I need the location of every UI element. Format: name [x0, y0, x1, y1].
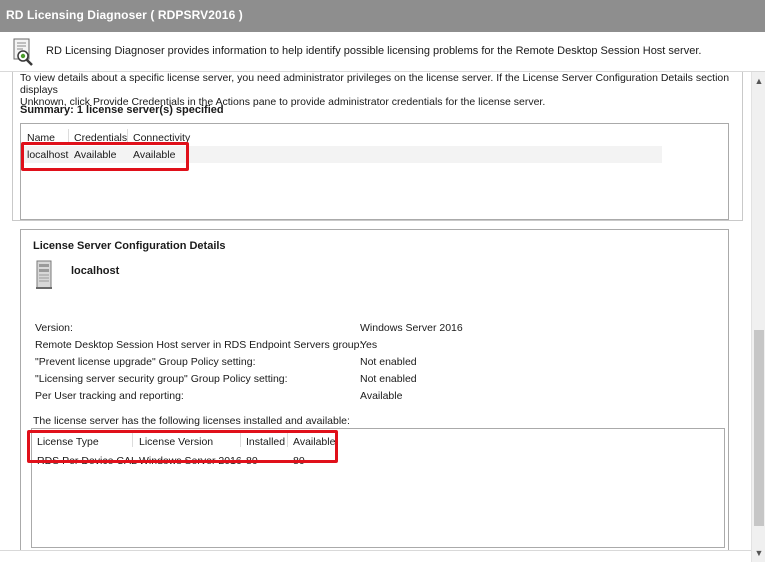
prop-value-security-group: Not enabled — [360, 373, 417, 385]
bottom-edge — [0, 550, 751, 563]
col-separator — [68, 129, 69, 143]
prop-value-per-user-tracking: Available — [360, 390, 403, 402]
licenses-caption: The license server has the following lic… — [33, 415, 350, 427]
server-list[interactable]: Name Credentials Connectivity localhost … — [20, 123, 729, 220]
prop-value-endpoint-group: Yes — [360, 339, 378, 351]
prop-label-version: Version: — [35, 322, 73, 334]
prop-label-prevent-upgrade: "Prevent license upgrade" Group Policy s… — [35, 356, 256, 368]
server-tower-icon — [36, 260, 52, 289]
prop-value-version: Windows Server 2016 — [360, 322, 463, 334]
licensing-diagnoser-icon — [13, 38, 33, 66]
vertical-scrollbar[interactable]: ▲ ▼ — [751, 72, 765, 562]
window-title: RD Licensing Diagnoser ( RDPSRV2016 ) — [6, 8, 243, 22]
chevron-down-icon[interactable]: ▼ — [752, 546, 765, 560]
info-text: RD Licensing Diagnoser provides informat… — [46, 45, 702, 57]
prop-value-prevent-upgrade: Not enabled — [360, 356, 417, 368]
info-bar: RD Licensing Diagnoser provides informat… — [0, 32, 765, 72]
prop-label-per-user-tracking: Per User tracking and reporting: — [35, 390, 184, 402]
content-pane: To view details about a specific license… — [0, 72, 751, 550]
server-row-highlight — [21, 142, 189, 171]
summary-heading: Summary: 1 license server(s) specified — [20, 104, 224, 116]
scrollbar-thumb[interactable] — [754, 330, 764, 526]
intro-text: To view details about a specific license… — [20, 72, 740, 108]
server-name: localhost — [71, 265, 120, 277]
details-title: License Server Configuration Details — [33, 240, 226, 252]
prop-label-security-group: "Licensing server security group" Group … — [35, 373, 288, 385]
intro-line-1: To view details about a specific license… — [20, 72, 730, 96]
title-bar: RD Licensing Diagnoser ( RDPSRV2016 ) — [0, 0, 765, 32]
license-row-highlight — [27, 430, 338, 463]
prop-label-endpoint-group: Remote Desktop Session Host server in RD… — [35, 339, 363, 351]
col-separator — [127, 129, 128, 143]
chevron-up-icon[interactable]: ▲ — [752, 74, 765, 88]
config-details-panel: License Server Configuration Details loc… — [20, 229, 729, 550]
